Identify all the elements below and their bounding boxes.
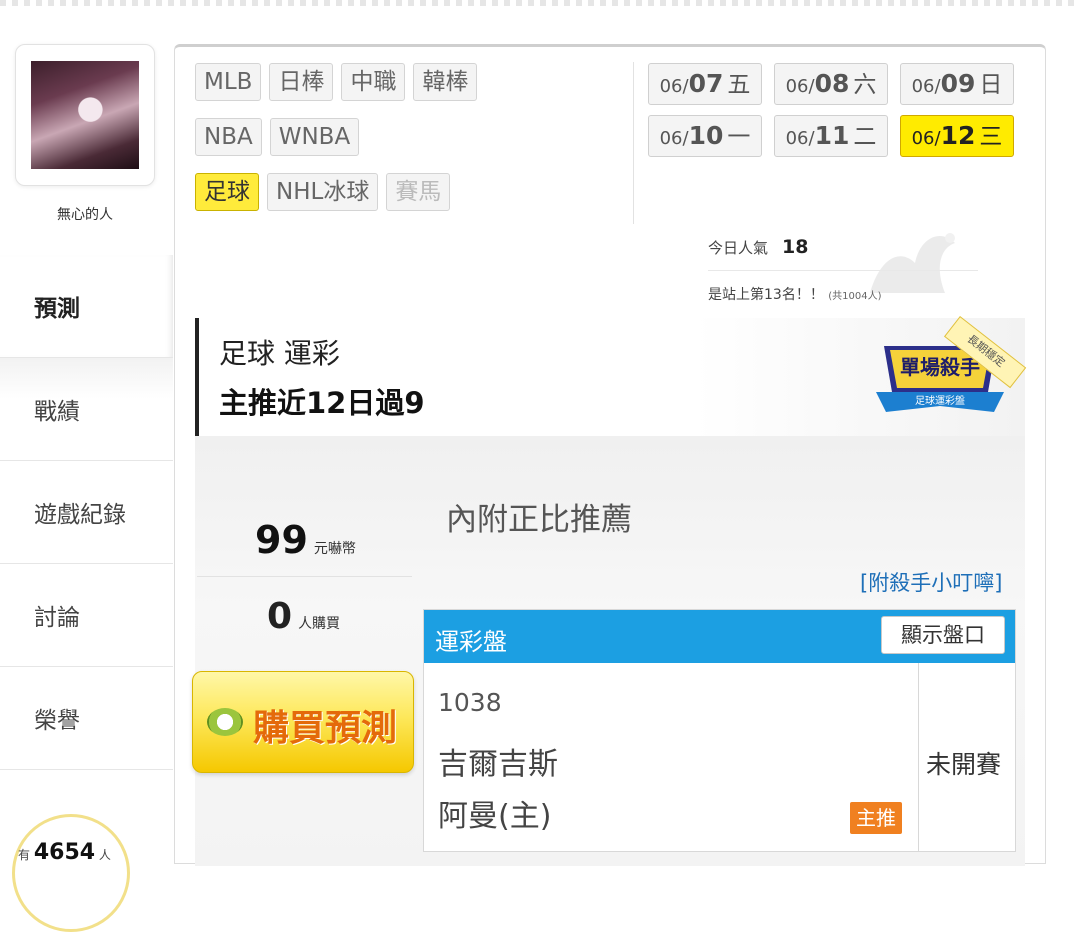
badge-title: 單場殺手 <box>900 355 980 379</box>
avatar <box>31 61 139 169</box>
popularity-suffix: 人 <box>98 848 111 862</box>
match-status: 未開賽 <box>926 750 1002 779</box>
user-name[interactable]: 無心的人 <box>15 204 155 224</box>
category-kbo[interactable]: 韓棒 <box>413 63 478 101</box>
coin-icon <box>207 708 243 736</box>
top-border-decoration <box>0 0 1080 6</box>
away-team: 吉爾吉斯 <box>438 747 558 782</box>
date-0609[interactable]: 06/09 日 <box>900 63 1014 105</box>
popularity-prefix: 有 <box>18 848 31 862</box>
date-weekday: 三 <box>979 124 1003 150</box>
date-month: 06/ <box>785 76 815 97</box>
site-rank-text: 是站上第13名！！ <box>708 287 824 303</box>
nav-item-predict[interactable]: 預測 <box>0 255 173 358</box>
date-month: 06/ <box>911 128 941 149</box>
buy-prediction-button[interactable]: 購買預測 <box>192 671 414 773</box>
odds-table: 運彩盤 顯示盤口 1038 吉爾吉斯 阿曼(主) 主推 未開賽 <box>423 609 1016 852</box>
popularity-circle <box>12 814 130 932</box>
date-selector: 06/07 五 06/08 六 06/09 日 06/10 一 06/11 二 06/12… <box>648 63 1018 167</box>
date-month: 06/ <box>911 76 941 97</box>
category-row: NBA WNBA <box>195 118 625 156</box>
banner-record: 主推近12日過9 <box>219 386 425 420</box>
date-weekday: 五 <box>727 72 751 98</box>
date-month: 06/ <box>785 128 815 149</box>
pick-title: 內附正比推薦 <box>446 502 632 538</box>
price: 99 元嚇幣 <box>255 518 356 562</box>
main-pick-tag: 主推 <box>850 802 902 834</box>
nav-item-game-log[interactable]: 遊戲紀錄 <box>0 461 173 564</box>
price-unit: 元嚇幣 <box>313 541 356 557</box>
category-cpbl[interactable]: 中職 <box>341 63 406 101</box>
popularity-count: 有 4654 人 <box>18 840 111 865</box>
divider <box>633 62 634 224</box>
buyers: 0 人購買 <box>267 596 340 637</box>
divider <box>708 270 978 271</box>
date-month: 06/ <box>659 76 689 97</box>
killer-tips-link[interactable]: [附殺手小叮嚀] <box>860 567 1002 597</box>
date-day: 10 <box>688 121 724 150</box>
date-weekday: 二 <box>853 124 877 150</box>
date-day: 11 <box>814 121 850 150</box>
category-row: 足球 NHL冰球 賽馬 <box>195 173 625 211</box>
game-number: 1038 <box>438 688 502 717</box>
nav-item-record[interactable]: 戰績 <box>0 358 173 461</box>
date-weekday: 日 <box>979 72 1003 98</box>
category-nhl[interactable]: NHL冰球 <box>267 173 379 211</box>
home-team: 阿曼(主) <box>438 799 552 834</box>
odds-header: 運彩盤 顯示盤口 <box>424 610 1015 663</box>
date-0608[interactable]: 06/08 六 <box>774 63 888 105</box>
date-day: 09 <box>940 69 976 98</box>
date-0612-selected[interactable]: 06/12 三 <box>900 115 1014 157</box>
price-amount: 99 <box>255 518 308 562</box>
date-month: 06/ <box>659 128 689 149</box>
today-popularity-value: 18 <box>782 236 809 258</box>
category-wnba[interactable]: WNBA <box>269 118 360 156</box>
buyers-unit: 人購買 <box>298 616 341 632</box>
category-soccer[interactable]: 足球 <box>195 173 259 211</box>
show-odds-button[interactable]: 顯示盤口 <box>881 616 1005 654</box>
date-day: 07 <box>688 69 724 98</box>
buy-prediction-label: 購買預測 <box>253 708 398 749</box>
date-0611[interactable]: 06/11 二 <box>774 115 888 157</box>
date-day: 12 <box>940 121 976 150</box>
date-weekday: 六 <box>853 72 877 98</box>
odds-row: 1038 吉爾吉斯 阿曼(主) 主推 未開賽 <box>424 663 1015 851</box>
date-day: 08 <box>814 69 850 98</box>
banner-category: 足球 運彩 <box>219 337 340 370</box>
avatar-card[interactable] <box>15 44 155 186</box>
badge-subtitle: 足球運彩盤 <box>915 394 965 407</box>
date-row: 06/10 一 06/11 二 06/12 三 <box>648 115 1018 157</box>
category-horse-racing: 賽馬 <box>386 173 451 211</box>
site-rank-total: (共1004人) <box>828 291 882 302</box>
category-nba[interactable]: NBA <box>195 118 262 156</box>
side-nav: 預測 戰績 遊戲紀錄 討論 榮譽 <box>0 255 173 770</box>
today-popularity: 今日人氣 18 <box>708 236 808 258</box>
popularity-number: 4654 <box>33 840 96 865</box>
site-rank: 是站上第13名！！ (共1004人) <box>708 284 882 304</box>
divider <box>918 663 919 851</box>
nav-item-discussion[interactable]: 討論 <box>0 564 173 667</box>
nav-item-honor[interactable]: 榮譽 <box>0 667 173 770</box>
date-row: 06/07 五 06/08 六 06/09 日 <box>648 63 1018 105</box>
category-filter: MLB 日棒 中職 韓棒 NBA WNBA 足球 NHL冰球 賽馬 <box>195 63 625 228</box>
date-0607[interactable]: 06/07 五 <box>648 63 762 105</box>
category-row: MLB 日棒 中職 韓棒 <box>195 63 625 101</box>
date-0610[interactable]: 06/10 一 <box>648 115 762 157</box>
date-weekday: 一 <box>727 124 751 150</box>
today-popularity-label: 今日人氣 <box>708 239 769 257</box>
buyers-count: 0 <box>267 596 293 637</box>
category-mlb[interactable]: MLB <box>195 63 262 101</box>
odds-header-title: 運彩盤 <box>435 628 507 656</box>
divider <box>197 576 412 577</box>
category-npb[interactable]: 日棒 <box>269 63 334 101</box>
